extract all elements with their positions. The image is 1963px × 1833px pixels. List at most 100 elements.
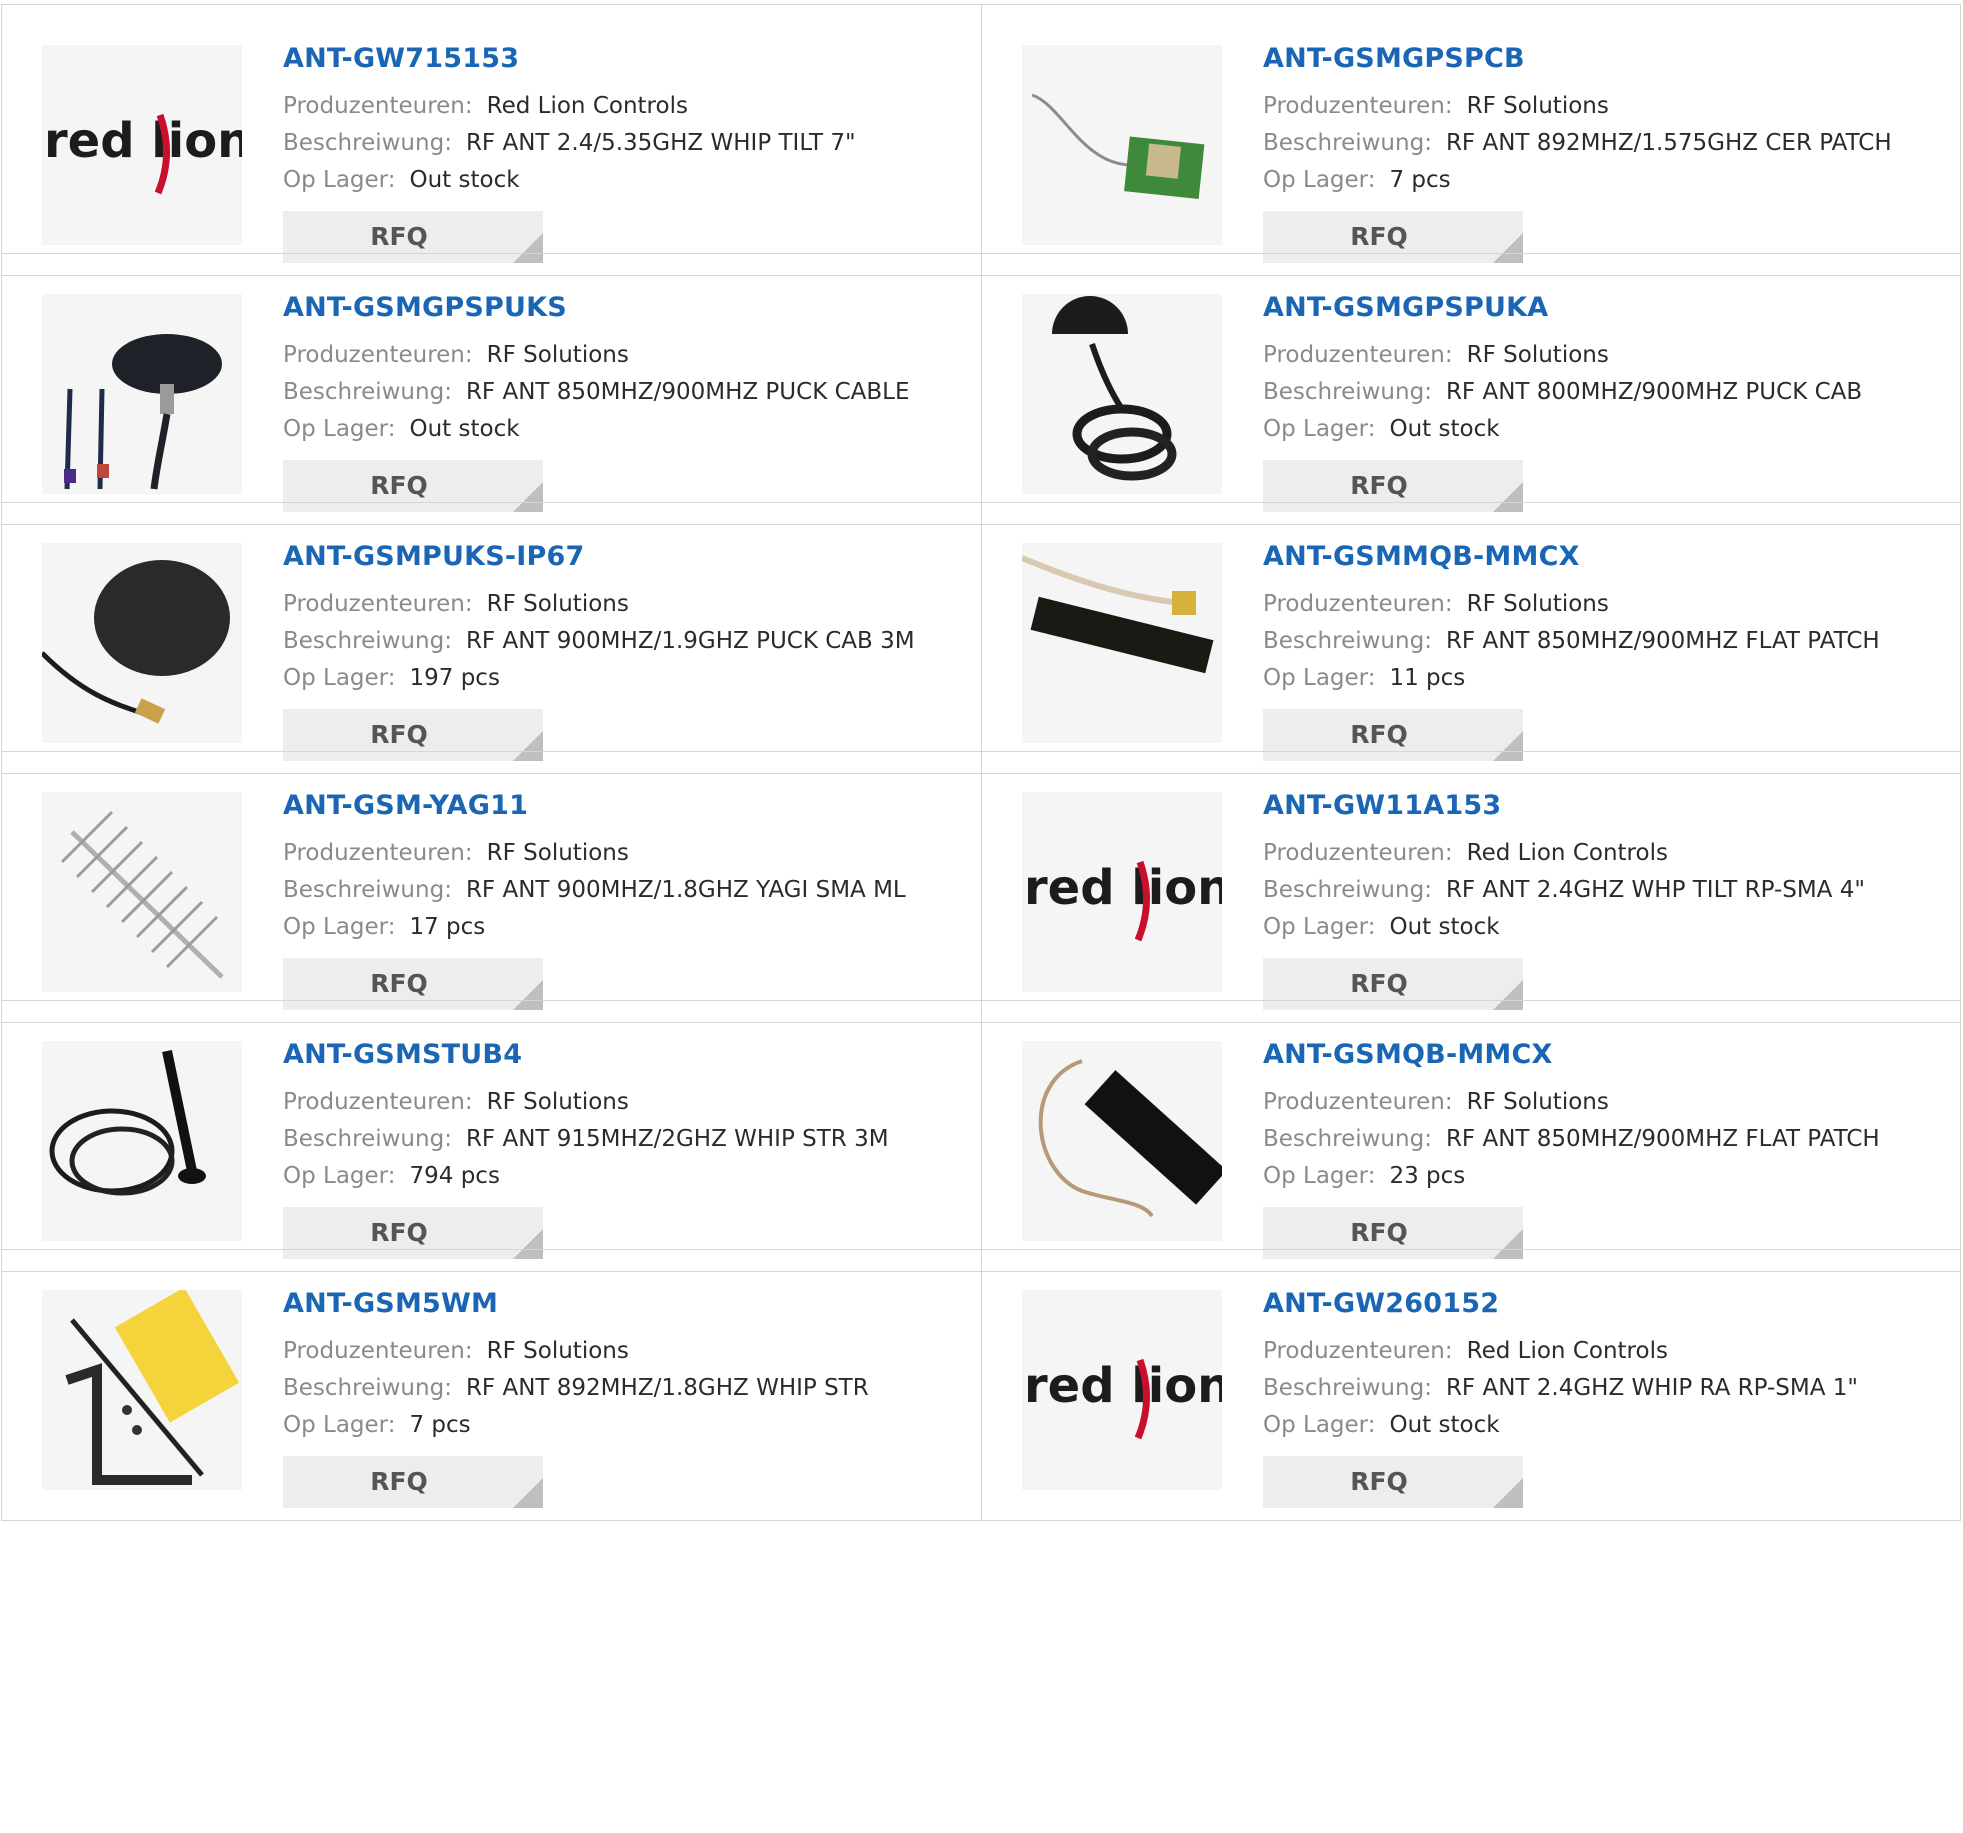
rfq-label: RFQ [370,1218,428,1247]
stock-value: Out stock [1389,1412,1500,1438]
rfq-label: RFQ [1350,471,1408,500]
product-row: ANT-GSM5WM Produzenteuren: RF Solutions B… [1,1249,1961,1521]
part-number-link[interactable]: ANT-GSM5WM [283,1286,963,1322]
description-value: RF ANT 900MHZ/1.9GHZ PUCK CAB 3M [465,628,915,654]
rfq-button[interactable]: RFQ [1263,1456,1523,1508]
stock-label: Op Lager: [283,914,396,940]
manufacturer-value: Red Lion Controls [1466,1338,1668,1364]
svg-text:red lion: red lion [44,113,242,169]
stock-label: Op Lager: [283,1163,396,1189]
red-lion-logo-image[interactable]: red lion [42,45,242,245]
stock-value: 197 pcs [409,665,500,691]
svg-text:red lion: red lion [1024,860,1222,916]
stock-value: Out stock [1389,416,1500,442]
product-card-ant-gsmmqb-mmcx: ANT-GSMMQB-MMCX Produzenteuren: RF Soluti… [981,503,1962,773]
product-card-ant-gsm-yag11: ANT-GSM-YAG11 Produzenteuren: RF Solution… [2,752,982,1022]
svg-text:red lion: red lion [1024,1358,1222,1414]
part-number-link[interactable]: ANT-GSMGPSPUKS [283,290,963,326]
description-value: RF ANT 850MHZ/900MHZ PUCK CABLE [465,379,910,405]
manufacturer-label: Produzenteuren: [1263,93,1453,119]
description-value: RF ANT 892MHZ/1.8GHZ WHIP STR [465,1375,869,1401]
puck-antenna-cables-image[interactable] [42,294,242,494]
description-value: RF ANT 900MHZ/1.8GHZ YAGI SMA ML [465,877,906,903]
description-value: RF ANT 915MHZ/2GHZ WHIP STR 3M [465,1126,889,1152]
rfq-label: RFQ [370,1467,428,1496]
rfq-label: RFQ [370,969,428,998]
black-flat-antenna-image[interactable] [1022,1041,1222,1241]
rfq-label: RFQ [370,222,428,251]
puck-antenna-coiled-image[interactable] [1022,294,1222,494]
manufacturer-row: Produzenteuren: Red Lion Controls [1263,1333,1943,1370]
stock-row: Op Lager: Out stock [1263,411,1943,448]
pcb-patch-antenna-image[interactable] [1022,45,1222,245]
description-label: Beschreiwung: [1263,379,1432,405]
corner-triangle-icon [1493,1478,1523,1508]
rfq-button[interactable]: RFQ [283,1456,543,1508]
description-row: Beschreiwung: RF ANT 915MHZ/2GHZ WHIP STR… [283,1121,963,1158]
rfq-label: RFQ [370,471,428,500]
description-row: Beschreiwung: RF ANT 2.4GHZ WHIP RA RP-SM… [1263,1370,1943,1407]
part-number-link[interactable]: ANT-GW11A153 [1263,788,1943,824]
stock-value: Out stock [409,416,520,442]
part-number-link[interactable]: ANT-GSMGPSPCB [1263,41,1943,77]
yagi-antenna-image[interactable] [42,792,242,992]
description-label: Beschreiwung: [1263,1126,1432,1152]
part-number-link[interactable]: ANT-GSMMQB-MMCX [1263,539,1943,575]
description-row: Beschreiwung: RF ANT 900MHZ/1.8GHZ YAGI S… [283,872,963,909]
part-number-link[interactable]: ANT-GSMPUKS-IP67 [283,539,963,575]
rfq-label: RFQ [1350,1218,1408,1247]
manufacturer-label: Produzenteuren: [283,1089,473,1115]
description-label: Beschreiwung: [283,379,452,405]
rfq-label: RFQ [370,720,428,749]
part-number-link[interactable]: ANT-GW715153 [283,41,963,77]
product-card-ant-gsmstub4: ANT-GSMSTUB4 Produzenteuren: RF Solutions… [2,1001,982,1271]
part-number-link[interactable]: ANT-GSMSTUB4 [283,1037,963,1073]
flat-patch-antenna-image[interactable] [1022,543,1222,743]
description-row: Beschreiwung: RF ANT 892MHZ/1.8GHZ WHIP S… [283,1370,963,1407]
description-row: Beschreiwung: RF ANT 850MHZ/900MHZ FLAT P… [1263,623,1943,660]
manufacturer-label: Produzenteuren: [1263,591,1453,617]
manufacturer-label: Produzenteuren: [1263,1089,1453,1115]
manufacturer-row: Produzenteuren: RF Solutions [283,586,963,623]
manufacturer-row: Produzenteuren: RF Solutions [283,835,963,872]
stock-row: Op Lager: 17 pcs [283,909,963,946]
description-value: RF ANT 2.4/5.35GHZ WHIP TILT 7" [465,130,856,156]
part-number-link[interactable]: ANT-GW260152 [1263,1286,1943,1322]
whip-bracket-kit-image[interactable] [42,1290,242,1490]
stock-label: Op Lager: [283,1412,396,1438]
stock-label: Op Lager: [1263,1412,1376,1438]
manufacturer-value: RF Solutions [486,342,629,368]
manufacturer-value: RF Solutions [1466,93,1609,119]
part-number-link[interactable]: ANT-GSM-YAG11 [283,788,963,824]
red-lion-logo-image[interactable]: red lion [1022,1290,1222,1490]
stock-row: Op Lager: 794 pcs [283,1158,963,1195]
stock-value: 23 pcs [1389,1163,1466,1189]
part-number-link[interactable]: ANT-GSMQB-MMCX [1263,1037,1943,1073]
manufacturer-row: Produzenteuren: RF Solutions [283,1084,963,1121]
product-info: ANT-GW715153 Produzenteuren: Red Lion Con… [283,41,963,263]
puck-antenna-ip67-image[interactable] [42,543,242,743]
product-row: ANT-GSMSTUB4 Produzenteuren: RF Solutions… [1,1000,1961,1272]
manufacturer-value: RF Solutions [486,1089,629,1115]
stock-row: Op Lager: Out stock [1263,1407,1943,1444]
product-card-ant-gsmqb-mmcx: ANT-GSMQB-MMCX Produzenteuren: RF Solutio… [981,1001,1962,1271]
product-info: ANT-GW260152 Produzenteuren: Red Lion Con… [1263,1286,1943,1508]
description-value: RF ANT 2.4GHZ WHP TILT RP-SMA 4" [1445,877,1865,903]
part-number-link[interactable]: ANT-GSMGPSPUKA [1263,290,1943,326]
manufacturer-label: Produzenteuren: [1263,840,1453,866]
product-row: ANT-GSM-YAG11 Produzenteuren: RF Solution… [1,751,1961,1023]
description-value: RF ANT 850MHZ/900MHZ FLAT PATCH [1445,1126,1880,1152]
stub-antenna-cable-image[interactable] [42,1041,242,1241]
product-row: ANT-GSMPUKS-IP67 Produzenteuren: RF Solut… [1,502,1961,774]
description-label: Beschreiwung: [1263,1375,1432,1401]
manufacturer-value: RF Solutions [1466,591,1609,617]
manufacturer-label: Produzenteuren: [1263,342,1453,368]
manufacturer-row: Produzenteuren: RF Solutions [1263,1084,1943,1121]
manufacturer-label: Produzenteuren: [283,840,473,866]
description-value: RF ANT 850MHZ/900MHZ FLAT PATCH [1445,628,1880,654]
manufacturer-label: Produzenteuren: [283,591,473,617]
description-row: Beschreiwung: RF ANT 892MHZ/1.575GHZ CER … [1263,125,1943,162]
red-lion-logo-image[interactable]: red lion [1022,792,1222,992]
stock-row: Op Lager: 23 pcs [1263,1158,1943,1195]
product-info: ANT-GSM-YAG11 Produzenteuren: RF Solution… [283,788,963,1010]
